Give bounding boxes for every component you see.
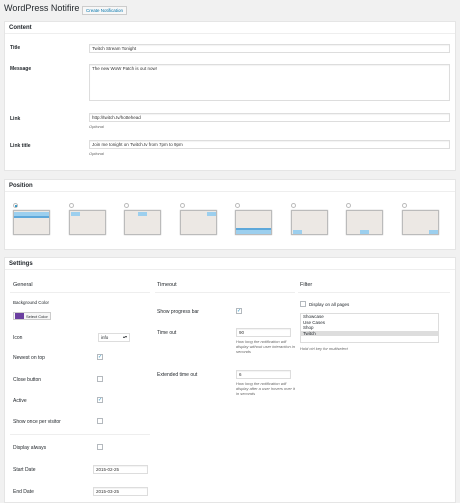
- icon-select-value: info: [101, 335, 109, 340]
- active-label: Active: [13, 398, 27, 404]
- position-preview-bottom-full[interactable]: [235, 210, 272, 235]
- create-notification-button[interactable]: Create Notification: [82, 6, 128, 15]
- check-icon: ✓: [237, 308, 242, 314]
- position-radio-bottom-left[interactable]: [290, 203, 296, 208]
- position-preview-top-left[interactable]: [68, 210, 106, 235]
- content-heading: Content: [5, 22, 455, 34]
- linktitle-input[interactable]: Join me tonight on Twitch.tv from 7pm to…: [89, 140, 450, 149]
- check-icon: ✓: [98, 354, 103, 360]
- once-checkbox[interactable]: [97, 418, 103, 424]
- position-preview-bottom-center[interactable]: [346, 210, 383, 235]
- linktitle-hint: Optional: [89, 151, 104, 156]
- position-radio-bottom-right[interactable]: [401, 203, 407, 208]
- all-pages-label: Display on all pages: [309, 302, 350, 307]
- timeout-title: Timeout: [157, 282, 177, 288]
- title-input[interactable]: Twitch Stream Tonight: [89, 44, 450, 53]
- icon-label: Icon: [13, 335, 23, 341]
- timeout-label: Time out: [157, 330, 177, 336]
- icon-select[interactable]: info ▴▾: [98, 333, 130, 342]
- newest-checkbox[interactable]: ✓: [97, 354, 103, 360]
- always-label: Display always: [13, 445, 47, 451]
- general-title: General: [13, 282, 33, 288]
- position-marker-edge: [236, 228, 271, 230]
- progress-label: Show progress bar: [157, 309, 199, 315]
- active-checkbox[interactable]: ✓: [97, 397, 103, 403]
- position-marker: [360, 230, 369, 234]
- position-radio-bottom-full[interactable]: [235, 203, 240, 208]
- newest-label: Newest on top: [13, 355, 45, 361]
- bg-color-label: Background Color: [13, 300, 50, 305]
- page-option[interactable]: Twitch: [301, 330, 438, 336]
- filter-hint: Hold ctrl key for multiselect: [300, 346, 348, 351]
- link-label: Link: [10, 116, 21, 122]
- always-checkbox[interactable]: [97, 444, 103, 450]
- content-box: Content Title Twitch Stream Tonight Mess…: [4, 21, 456, 171]
- end-date-label: End Date: [13, 489, 34, 495]
- position-preview-top-center[interactable]: [124, 210, 161, 235]
- progress-checkbox[interactable]: ✓: [236, 308, 242, 314]
- select-arrows-icon: ▴▾: [122, 334, 127, 339]
- position-radio-top-full[interactable]: [13, 203, 18, 208]
- page-title: WordPress Notifire: [4, 3, 80, 13]
- end-date-input[interactable]: 2015-03-25: [93, 487, 148, 496]
- general-divider: [10, 292, 150, 293]
- settings-box: Settings General Background Color Select…: [4, 257, 456, 503]
- pages-multiselect[interactable]: Showcase Use Cases Shop Twitch: [300, 313, 439, 343]
- position-marker-edge: [14, 216, 49, 218]
- message-textarea[interactable]: The new WoW Patch is out now!: [89, 64, 450, 101]
- position-preview-bottom-right[interactable]: [401, 210, 439, 235]
- bg-color-button[interactable]: Select Color: [13, 312, 51, 320]
- position-marker: [236, 230, 271, 234]
- all-pages-checkbox[interactable]: [300, 301, 306, 307]
- position-radio-top-right[interactable]: [179, 203, 185, 208]
- close-checkbox[interactable]: [97, 376, 103, 382]
- position-preview-top-full[interactable]: [13, 210, 50, 235]
- ext-timeout-label: Extended time out: [157, 372, 198, 378]
- position-marker: [428, 230, 438, 234]
- settings-heading: Settings: [5, 258, 455, 270]
- bg-color-button-label: Select Color: [26, 313, 48, 319]
- ext-timeout-input[interactable]: 6: [236, 370, 291, 379]
- check-icon: ✓: [98, 397, 103, 403]
- position-marker: [138, 212, 147, 216]
- position-box: Position: [4, 179, 456, 250]
- position-heading: Position: [5, 180, 455, 192]
- start-date-label: Start Date: [13, 467, 36, 473]
- ext-timeout-hint: How long the notification will display a…: [236, 381, 295, 396]
- position-marker: [206, 212, 216, 216]
- title-label: Title: [10, 45, 21, 51]
- timeout-divider: [155, 292, 295, 293]
- position-radio-top-center[interactable]: [124, 203, 129, 208]
- close-label: Close button: [13, 377, 42, 383]
- linktitle-label: Link title: [10, 143, 31, 149]
- position-preview-bottom-left[interactable]: [290, 210, 328, 235]
- once-label: Show once per visitor: [13, 419, 61, 425]
- position-radio-top-left[interactable]: [68, 203, 74, 208]
- position-marker: [70, 212, 80, 216]
- start-date-input[interactable]: 2015-02-25: [93, 465, 148, 474]
- filter-title: Filter: [300, 282, 313, 288]
- position-preview-top-right[interactable]: [179, 210, 217, 235]
- position-radio-bottom-center[interactable]: [346, 203, 351, 208]
- color-swatch-icon: [15, 313, 24, 319]
- filter-divider: [298, 292, 450, 293]
- message-label: Message: [10, 66, 32, 72]
- position-marker: [292, 230, 302, 234]
- general-divider-2: [10, 434, 150, 435]
- link-input[interactable]: http://twitch.tv/hottehead: [89, 113, 450, 122]
- link-hint: Optional: [89, 124, 104, 129]
- timeout-input[interactable]: 90: [236, 328, 291, 337]
- timeout-hint: How long the notification will display w…: [236, 339, 295, 354]
